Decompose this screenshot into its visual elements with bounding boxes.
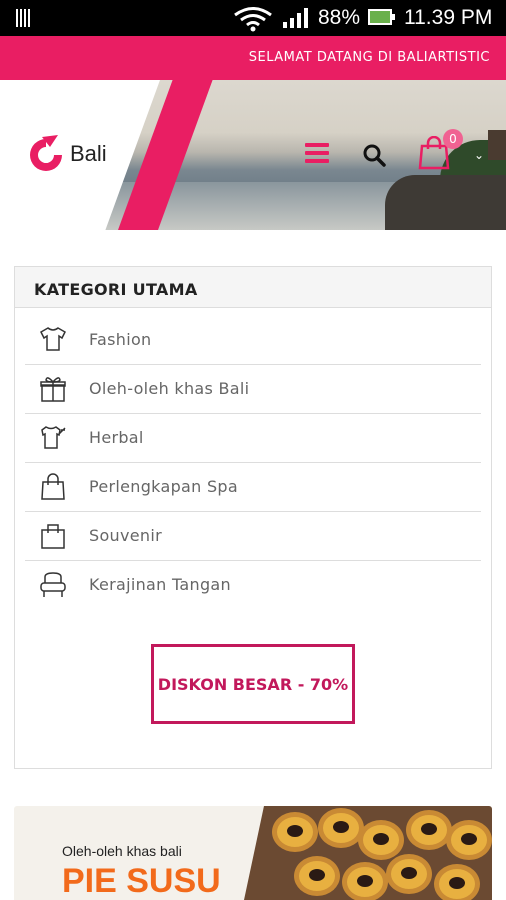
category-label: Souvenir (89, 526, 162, 545)
bag-icon (41, 473, 65, 500)
battery-percent: 88% (318, 6, 361, 29)
category-panel-title: KATEGORI UTAMA (34, 280, 198, 299)
category-item-kerajinan[interactable]: Kerajinan Tangan (25, 560, 481, 609)
chair-icon (40, 572, 66, 597)
wifi-icon (234, 7, 272, 32)
category-item-oleh-oleh[interactable]: Oleh-oleh khas Bali (25, 364, 481, 414)
category-label: Fashion (89, 330, 152, 349)
discount-button[interactable]: DISKON BESAR - 70% (151, 644, 355, 724)
category-label: Oleh-oleh khas Bali (89, 379, 250, 398)
category-label: Herbal (89, 428, 144, 447)
category-label: Perlengkapan Spa (89, 477, 238, 496)
logo-icon[interactable] (24, 133, 68, 177)
banner-subtitle: Oleh-oleh khas bali (62, 843, 182, 859)
chevron-down-icon[interactable]: ⌄ (474, 148, 484, 162)
category-item-spa[interactable]: Perlengkapan Spa (25, 462, 481, 512)
gift-icon (40, 377, 66, 402)
category-label: Kerajinan Tangan (89, 575, 231, 594)
promo-banner[interactable]: Oleh-oleh khas bali PIE SUSU (14, 806, 492, 900)
welcome-bar: SELAMAT DATANG DI BALIARTISTIC (0, 36, 506, 80)
category-panel-header: KATEGORI UTAMA (15, 267, 491, 308)
logo-text[interactable]: Bali (70, 141, 107, 167)
category-item-herbal[interactable]: Herbal (25, 413, 481, 463)
welcome-text: SELAMAT DATANG DI BALIARTISTIC (248, 50, 490, 65)
herbal-icon (41, 426, 66, 449)
search-icon[interactable] (362, 143, 386, 167)
battery-icon (368, 9, 395, 25)
banner-title: PIE SUSU (62, 862, 221, 900)
category-item-souvenir[interactable]: Souvenir (25, 511, 481, 561)
shopping-bag-icon (41, 524, 65, 549)
tshirt-icon (40, 327, 66, 351)
signal-icon (283, 8, 308, 28)
cart-count-badge: 0 (443, 129, 463, 149)
category-item-fashion[interactable]: Fashion (25, 315, 481, 365)
status-bar: 88% 11.39 PM (0, 0, 506, 36)
discount-label: DISKON BESAR - 70% (157, 675, 349, 694)
sim-icon (16, 9, 32, 27)
menu-button[interactable] (305, 143, 329, 165)
clock: 11.39 PM (404, 6, 493, 29)
